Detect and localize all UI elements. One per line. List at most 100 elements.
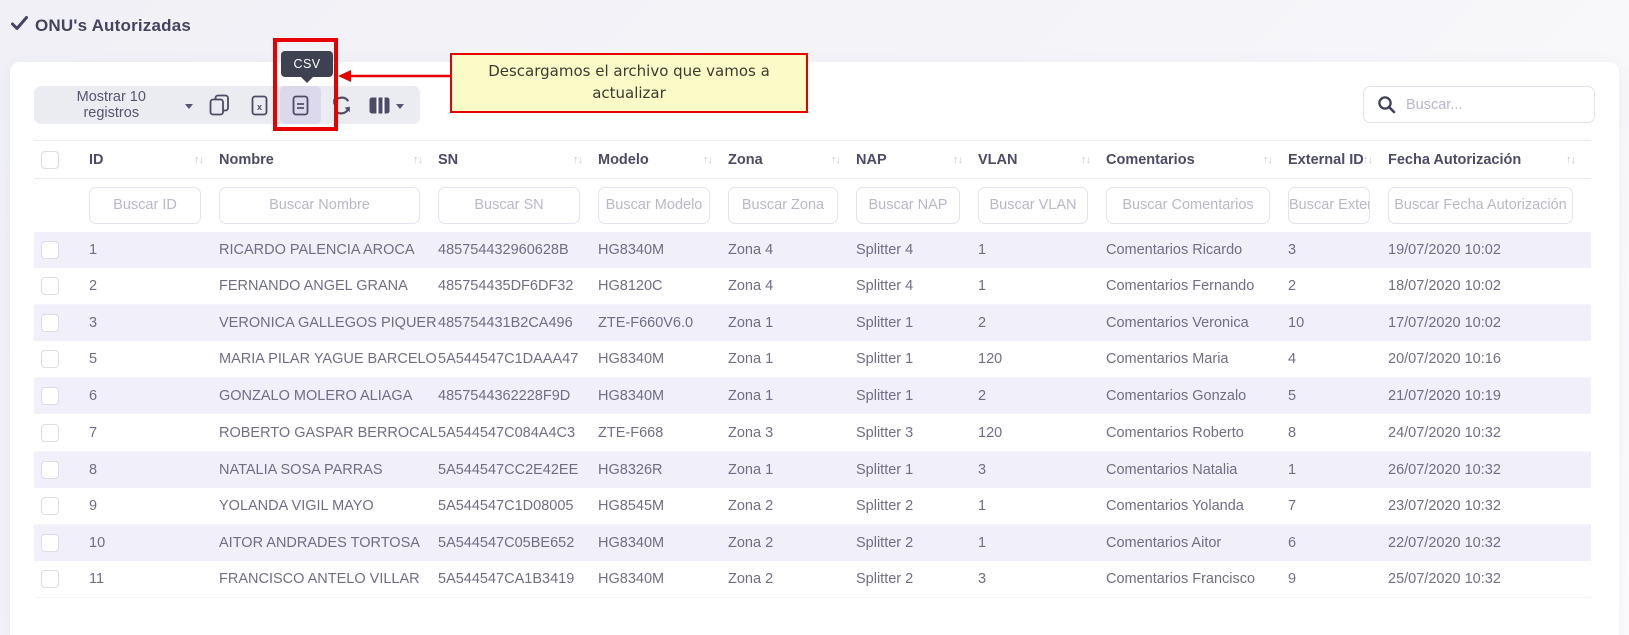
column-header-nap[interactable]: NAP — [856, 141, 978, 179]
column-header-fecha-autorizacion[interactable]: Fecha Autorización — [1388, 141, 1591, 179]
cell-fecha: 25/07/2020 10:32 — [1388, 561, 1591, 598]
table-filter-row — [34, 179, 1591, 232]
cell-external-id: 9 — [1288, 561, 1388, 598]
cell-select — [34, 451, 89, 488]
table-row: 8 NATALIA SOSA PARRAS 5A544547CC2E42EE H… — [34, 451, 1591, 488]
copy-button[interactable] — [199, 86, 240, 124]
page-title-text: ONU's Autorizadas — [35, 16, 191, 36]
cell-comentarios: Comentarios Ricardo — [1106, 232, 1288, 269]
cell-modelo: HG8340M — [598, 378, 728, 415]
table-row: 9 YOLANDA VIGIL MAYO 5A544547C1D08005 HG… — [34, 488, 1591, 525]
cell-id: 2 — [89, 268, 219, 305]
cell-external-id: 10 — [1288, 305, 1388, 342]
length-menu-label: Mostrar 10 registros — [47, 89, 176, 121]
cell-zona: Zona 4 — [728, 268, 856, 305]
row-checkbox[interactable] — [41, 570, 59, 588]
cell-modelo: HG8340M — [598, 232, 728, 269]
cell-comentarios: Comentarios Fernando — [1106, 268, 1288, 305]
table-row: 5 MARIA PILAR YAGUE BARCELO 5A544547C1DA… — [34, 341, 1591, 378]
row-checkbox[interactable] — [41, 534, 59, 552]
excel-icon: x — [251, 95, 268, 116]
cell-id: 1 — [89, 232, 219, 269]
filter-input-modelo[interactable] — [598, 187, 710, 224]
filter-input-external-id[interactable] — [1288, 187, 1370, 224]
cell-modelo: HG8326R — [598, 451, 728, 488]
column-header-nombre[interactable]: Nombre — [219, 141, 438, 179]
column-header-comentarios[interactable]: Comentarios — [1106, 141, 1288, 179]
annotation-arrow — [338, 66, 452, 86]
cell-nap: Splitter 2 — [856, 488, 978, 525]
row-checkbox[interactable] — [41, 277, 59, 295]
cell-comentarios: Comentarios Yolanda — [1106, 488, 1288, 525]
cell-vlan: 1 — [978, 488, 1106, 525]
cell-vlan: 120 — [978, 341, 1106, 378]
table-row: 1 RICARDO PALENCIA AROCA 485754432960628… — [34, 232, 1591, 269]
row-checkbox[interactable] — [41, 497, 59, 515]
cell-modelo: HG8545M — [598, 488, 728, 525]
onu-table: ID Nombre SN Modelo Zona NAP VLAN Coment… — [34, 140, 1591, 598]
filter-input-id[interactable] — [89, 187, 201, 224]
cell-vlan: 120 — [978, 414, 1106, 451]
cell-nap: Splitter 2 — [856, 561, 978, 598]
table-body: 1 RICARDO PALENCIA AROCA 485754432960628… — [34, 232, 1591, 598]
cell-fecha: 19/07/2020 10:02 — [1388, 232, 1591, 269]
table-row: 6 GONZALO MOLERO ALIAGA 4857544362228F9D… — [34, 378, 1591, 415]
search-icon — [1377, 95, 1396, 119]
cell-zona: Zona 1 — [728, 378, 856, 415]
column-header-sn[interactable]: SN — [438, 141, 598, 179]
column-visibility-button[interactable] — [362, 86, 420, 124]
column-header-vlan[interactable]: VLAN — [978, 141, 1106, 179]
row-checkbox[interactable] — [41, 461, 59, 479]
cell-external-id: 2 — [1288, 268, 1388, 305]
cell-external-id: 6 — [1288, 524, 1388, 561]
filter-input-nombre[interactable] — [219, 187, 420, 224]
column-header-id[interactable]: ID — [89, 141, 219, 179]
column-header-external-id[interactable]: External ID — [1288, 141, 1388, 179]
row-checkbox[interactable] — [41, 241, 59, 259]
cell-external-id: 3 — [1288, 232, 1388, 269]
table-row: 2 FERNANDO ANGEL GRANA 485754435DF6DF32 … — [34, 268, 1591, 305]
search-input[interactable] — [1363, 86, 1595, 123]
cell-modelo: ZTE-F668 — [598, 414, 728, 451]
filter-input-fecha[interactable] — [1388, 187, 1573, 224]
filter-input-sn[interactable] — [438, 187, 580, 224]
cell-zona: Zona 3 — [728, 414, 856, 451]
cell-nap: Splitter 1 — [856, 305, 978, 342]
filter-input-comentarios[interactable] — [1106, 187, 1270, 224]
cell-vlan: 2 — [978, 378, 1106, 415]
cell-nap: Splitter 4 — [856, 268, 978, 305]
cell-nap: Splitter 3 — [856, 414, 978, 451]
cell-fecha: 20/07/2020 10:16 — [1388, 341, 1591, 378]
cell-nombre: AITOR ANDRADES TORTOSA — [219, 524, 438, 561]
cell-nombre: ROBERTO GASPAR BERROCAL — [219, 414, 438, 451]
row-checkbox[interactable] — [41, 424, 59, 442]
filter-input-nap[interactable] — [856, 187, 960, 224]
filter-input-zona[interactable] — [728, 187, 838, 224]
filter-input-vlan[interactable] — [978, 187, 1088, 224]
column-header-modelo[interactable]: Modelo — [598, 141, 728, 179]
column-header-zona[interactable]: Zona — [728, 141, 856, 179]
page-title: ONU's Autorizadas — [11, 16, 191, 36]
row-checkbox[interactable] — [41, 387, 59, 405]
cell-zona: Zona 2 — [728, 488, 856, 525]
check-icon — [11, 16, 28, 36]
cell-fecha: 26/07/2020 10:32 — [1388, 451, 1591, 488]
cell-nombre: RICARDO PALENCIA AROCA — [219, 232, 438, 269]
cell-select — [34, 524, 89, 561]
cell-external-id: 5 — [1288, 378, 1388, 415]
cell-id: 10 — [89, 524, 219, 561]
cell-select — [34, 232, 89, 269]
cell-id: 8 — [89, 451, 219, 488]
row-checkbox[interactable] — [41, 314, 59, 332]
toolbar-button-group: Mostrar 10 registros x — [34, 86, 420, 124]
cell-sn: 485754432960628B — [438, 232, 598, 269]
table-row: 3 VERONICA GALLEGOS PIQUER 485754431B2CA… — [34, 305, 1591, 342]
length-menu-button[interactable]: Mostrar 10 registros — [47, 89, 199, 121]
select-all-checkbox[interactable] — [41, 151, 59, 169]
cell-select — [34, 305, 89, 342]
cell-external-id: 7 — [1288, 488, 1388, 525]
cell-select — [34, 414, 89, 451]
cell-nombre: FRANCISCO ANTELO VILLAR — [219, 561, 438, 598]
row-checkbox[interactable] — [41, 350, 59, 368]
cell-id: 9 — [89, 488, 219, 525]
